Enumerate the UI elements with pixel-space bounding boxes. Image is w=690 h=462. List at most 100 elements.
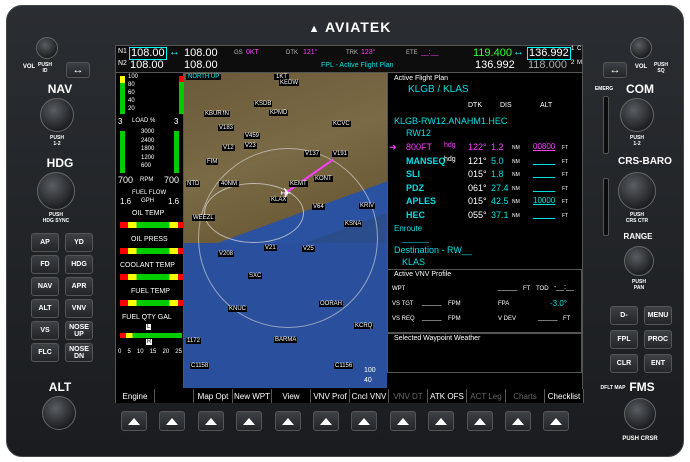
key-ent-5[interactable]: ENT bbox=[644, 354, 672, 373]
load-tick: 100 bbox=[128, 74, 139, 80]
com-swap-button[interactable]: ↔ bbox=[603, 62, 627, 78]
key-nose-dn[interactable]: NOSE DN bbox=[65, 343, 93, 362]
softkey-button-7[interactable] bbox=[351, 411, 378, 431]
ete-label: ETE bbox=[406, 50, 418, 56]
key-flc[interactable]: FLC bbox=[31, 343, 59, 362]
fpl-route: KLGB / KLAS bbox=[408, 84, 469, 95]
wx-panel: Selected Waypoint Weather bbox=[387, 333, 582, 373]
map-label: KRIV bbox=[359, 203, 376, 209]
softkey-button-2[interactable] bbox=[159, 411, 186, 431]
softkey-button-12[interactable] bbox=[543, 411, 570, 431]
alt-knob[interactable] bbox=[42, 396, 76, 430]
fuel-qty-tick: 25 bbox=[175, 349, 182, 355]
key-apr[interactable]: APR bbox=[65, 277, 93, 296]
vol-knob-right[interactable] bbox=[630, 37, 652, 59]
fpl-dis: 1.2 bbox=[491, 142, 504, 152]
softkey-button-4[interactable] bbox=[236, 411, 263, 431]
nav-swap-button[interactable]: ↔ bbox=[66, 62, 90, 78]
nav-push12-label: PUSH 1-2 bbox=[50, 135, 64, 147]
key-clr-4[interactable]: CLR bbox=[610, 354, 638, 373]
softkey-button-1[interactable] bbox=[121, 411, 147, 431]
map-label: KSNA bbox=[344, 221, 363, 227]
map-range-bot: 40 bbox=[364, 377, 372, 384]
rpm-tick: 1200 bbox=[141, 154, 155, 161]
vs-req-label: VS REQ bbox=[392, 316, 415, 322]
softkey-button-9[interactable] bbox=[428, 411, 455, 431]
nav-knob[interactable] bbox=[40, 98, 74, 132]
softkey-button-3[interactable] bbox=[197, 411, 224, 431]
softkey-button-8[interactable] bbox=[389, 411, 416, 431]
key-alt[interactable]: ALT bbox=[31, 299, 59, 318]
key-d-0[interactable]: D- bbox=[610, 306, 638, 325]
softkey-vnv-dt[interactable]: VNV DT bbox=[389, 389, 428, 403]
softkey-charts[interactable]: Charts bbox=[506, 389, 545, 403]
ff-gauge bbox=[156, 76, 184, 114]
nav1-standby: 108.00 bbox=[184, 47, 218, 59]
nav2-active: 108.00 bbox=[130, 59, 164, 71]
load-tick: 80 bbox=[128, 82, 135, 88]
key-vnv[interactable]: VNV bbox=[65, 299, 93, 318]
softkey-blank-1[interactable] bbox=[155, 389, 194, 403]
softkey-vnv-prof[interactable]: VNV Prof bbox=[311, 389, 350, 403]
vol-knob-left[interactable] bbox=[36, 37, 58, 59]
softkey-atk-ofs[interactable]: ATK OFS bbox=[428, 389, 467, 403]
key-vs[interactable]: VS bbox=[31, 321, 59, 340]
nav1-prefix: N1 bbox=[118, 48, 127, 55]
map-label: V64 bbox=[312, 204, 325, 210]
key-nose-up[interactable]: NOSE UP bbox=[65, 321, 93, 340]
fpl-rw: RW12 bbox=[406, 128, 431, 138]
hdg-knob[interactable] bbox=[37, 172, 75, 210]
softkey-button-5[interactable] bbox=[274, 411, 301, 431]
softkey-act-leg[interactable]: ACT Leg bbox=[467, 389, 506, 403]
softkey-button-10[interactable] bbox=[466, 411, 493, 431]
fpl-wpt[interactable]: SLI bbox=[406, 169, 420, 179]
key-fpl-2[interactable]: FPL bbox=[610, 330, 638, 349]
fpl-wpt[interactable]: APLES bbox=[406, 196, 436, 206]
key-fd[interactable]: FD bbox=[31, 255, 59, 274]
fpl-wpt[interactable]: MANSEQ bbox=[406, 156, 446, 166]
fuel-qty-label: FUEL QTY GAL bbox=[122, 314, 172, 321]
v-dev-label: V DEV bbox=[498, 316, 517, 322]
load-gauge: 100 80 60 40 20 bbox=[120, 74, 142, 114]
fpl-panel: Active Flight Plan KLGB / KLAS DTK DIS A… bbox=[387, 73, 582, 269]
key-proc-3[interactable]: PROC bbox=[644, 330, 672, 349]
map-label: KBUR bbox=[204, 111, 223, 117]
key-nav[interactable]: NAV bbox=[31, 277, 59, 296]
fpl-wpt[interactable]: HEC bbox=[406, 210, 425, 220]
softkey-cncl-vnv[interactable]: Cncl VNV bbox=[350, 389, 389, 403]
fpl-dtk: 061° bbox=[468, 182, 487, 193]
fpl-dis: 42.5 bbox=[491, 196, 509, 206]
key-hdg[interactable]: HDG bbox=[65, 255, 93, 274]
key-yd[interactable]: YD bbox=[65, 233, 93, 252]
range-knob[interactable] bbox=[624, 246, 654, 276]
softkey-button-11[interactable] bbox=[505, 411, 531, 431]
map-label: FIM bbox=[206, 159, 219, 165]
emerg-label: EMERG bbox=[594, 86, 614, 92]
key-ap[interactable]: AP bbox=[31, 233, 59, 252]
key-menu-1[interactable]: MENU bbox=[644, 306, 672, 325]
ff-right: 1.6 bbox=[168, 197, 180, 206]
fpl-enroute-line: ______ bbox=[402, 234, 429, 243]
softkey-new-wpt[interactable]: New WPT bbox=[233, 389, 272, 403]
fpl-dtk: 122° bbox=[468, 142, 487, 152]
com-swap-arrow: ↔ bbox=[513, 46, 524, 58]
com1-index: 1 bbox=[571, 46, 575, 52]
rpm-gauge-left bbox=[120, 131, 125, 173]
crs-baro-knob[interactable] bbox=[618, 172, 656, 210]
softkey-checklist[interactable]: Checklist bbox=[545, 389, 584, 403]
softkey-engine[interactable]: Engine bbox=[116, 389, 155, 403]
softkey-map-opt[interactable]: Map Opt bbox=[194, 389, 233, 403]
crs-slot bbox=[603, 178, 609, 236]
softkey-button-6[interactable] bbox=[313, 411, 339, 431]
vs-req-val: _____ bbox=[422, 314, 442, 321]
map-label: SXC bbox=[248, 273, 263, 279]
softkey-view[interactable]: View bbox=[272, 389, 311, 403]
fms-knob[interactable] bbox=[624, 398, 656, 430]
moving-map[interactable]: ✈ NORTH UP 1KT 40NM 100 40 KEDW KPMD KCVC V… bbox=[184, 73, 387, 388]
map-label: KLAX bbox=[270, 197, 288, 203]
coolant-gauge bbox=[120, 274, 186, 280]
fpl-wpt[interactable]: 800FT bbox=[406, 142, 432, 152]
com-knob[interactable] bbox=[620, 98, 654, 132]
fpl-wpt[interactable]: PDZ bbox=[406, 183, 424, 193]
fpa-val: -3.0° bbox=[550, 299, 567, 308]
